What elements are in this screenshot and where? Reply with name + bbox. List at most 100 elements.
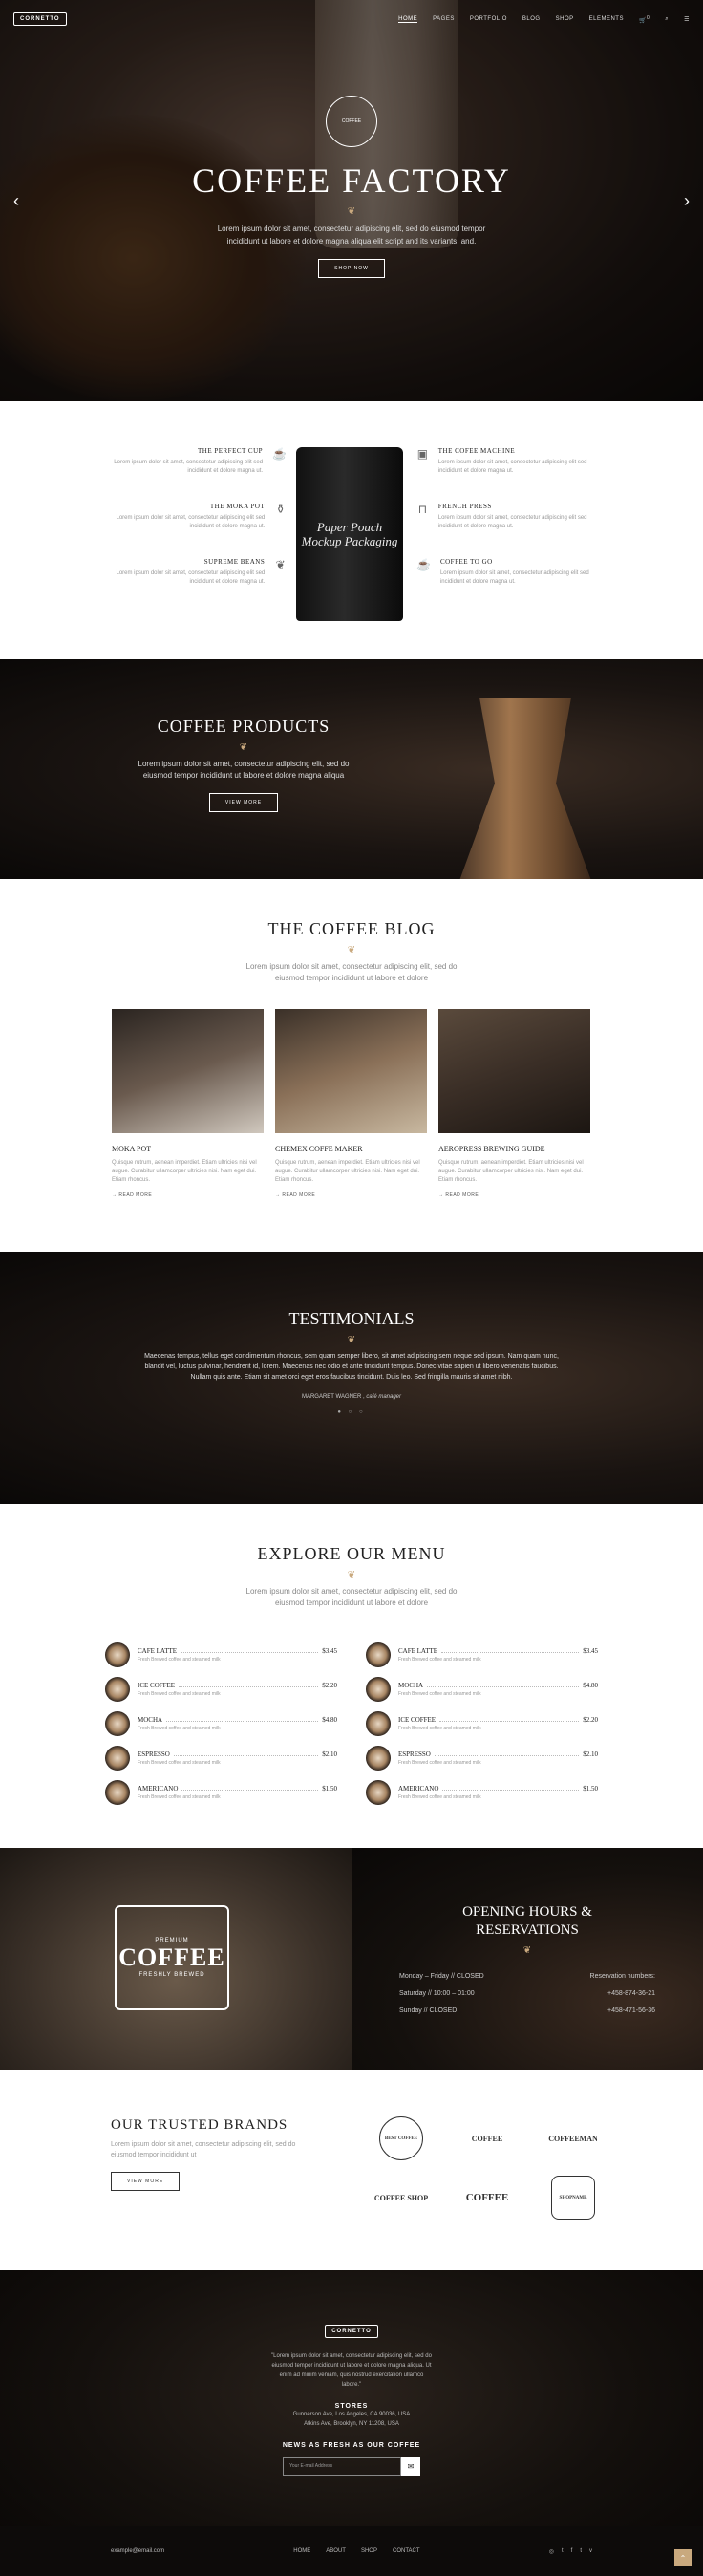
feature-title: THE MOKA POT — [209, 503, 266, 510]
testimonial-author: MARGARET WAGNER , café manager — [301, 1394, 402, 1400]
brand-logos-grid: BEST COFFEE COFFEE COFFEEMAN COFFEE SHOP… — [361, 2112, 613, 2270]
nav-shop[interactable]: SHOP — [556, 16, 574, 22]
email-input[interactable]: Your E-mail Address — [283, 2457, 401, 2476]
slider-next-arrow-icon[interactable]: › — [684, 191, 690, 211]
newsletter-title: NEWS AS FRESH AS OUR COFFEE — [282, 2442, 421, 2449]
features-left-column: ☕ THE PERFECT CUP Lorem ipsum dolor sit a… — [105, 401, 287, 659]
brand-logo[interactable]: COFFEEMAN — [533, 2112, 613, 2165]
blog-post[interactable]: CHEMEX COFFE MAKER Quisque rutrum, aenea… — [275, 1009, 427, 1198]
nav-portfolio[interactable]: PORTFOLIO — [470, 16, 507, 22]
menu-item: ICE COFFEE $2.20 Fresh Brewed coffee and s… — [105, 1672, 337, 1707]
testimonials-section: TESTIMONIALS ❦ Maecenas tempus, tellus e… — [0, 1252, 703, 1504]
testimonial-quote: Maecenas tempus, tellus eget condimentum… — [144, 1353, 559, 1381]
menu-item: CAFE LATTE $3.45 Fresh Brewed coffee and s… — [105, 1638, 337, 1672]
brand-logo[interactable]: COFFEE — [447, 2171, 527, 2224]
footer-link-shop[interactable]: SHOP — [361, 2548, 377, 2554]
footer-logo[interactable]: CORNETTO — [325, 2325, 378, 2338]
menu-item: MOCHA $4.80 Fresh Brewed coffee and steame… — [105, 1707, 337, 1741]
coffee-bean-ornament-icon: ❦ — [239, 742, 248, 753]
menu-item: ESPRESSO $2.10 Fresh Brewed coffee and ste… — [366, 1741, 598, 1775]
hero-text: Lorem ipsum dolor sit amet, consectetur … — [217, 225, 486, 246]
footer-link-home[interactable]: HOME — [293, 2548, 310, 2554]
brand-logo[interactable]: COFFEE — [447, 2112, 527, 2165]
read-more-link[interactable]: → READ MORE — [438, 1192, 590, 1198]
menu-subtitle: Lorem ipsum dolor sit amet, consectetur … — [245, 1587, 458, 1607]
testimonials-title: TESTIMONIALS — [288, 1309, 415, 1328]
brands-title: OUR TRUSTED BRANDS — [111, 2117, 288, 2133]
menu-item-image — [366, 1677, 391, 1702]
feature-text: Lorem ipsum dolor sit amet, consectetur … — [439, 570, 589, 585]
nav-home[interactable]: HOME — [398, 16, 418, 23]
blog-subtitle: Lorem ipsum dolor sit amet, consectetur … — [245, 962, 458, 982]
hamburger-menu-icon[interactable]: ☰ — [684, 16, 690, 23]
menu-item-image — [105, 1642, 130, 1667]
blog-post-title[interactable]: MOKA POT — [112, 1145, 264, 1153]
cafe-interior-image: PREMIUM COFFEE FRESHLY BREWED — [0, 1848, 352, 2070]
menu-item-image — [105, 1677, 130, 1702]
blog-post-title[interactable]: AEROPRESS BREWING GUIDE — [438, 1145, 590, 1153]
tumblr-icon[interactable]: t — [580, 2548, 582, 2555]
main-menu: HOME PAGES PORTFOLIO BLOG SHOP ELEMENTS … — [398, 15, 690, 24]
contact-email[interactable]: example@email.com — [111, 2548, 164, 2554]
moka-pot-icon: ⚱ — [275, 503, 286, 516]
coffee-beans-icon: ❦ — [275, 558, 286, 571]
feature-text: Lorem ipsum dolor sit amet, consectetur … — [116, 570, 266, 585]
menu-item-image — [105, 1780, 130, 1805]
instagram-icon[interactable]: ◎ — [549, 2548, 554, 2555]
footer-quote: "Lorem ipsum dolor sit amet, consectetur… — [271, 2353, 432, 2388]
coffee-products-section: COFFEE PRODUCTS ❦ Lorem ipsum dolor sit … — [0, 659, 703, 879]
feature-item: ❦ SUPREME BEANS Lorem ipsum dolor sit ame… — [105, 558, 287, 613]
stores-title: STORES — [334, 2403, 369, 2410]
blog-post[interactable]: AEROPRESS BREWING GUIDE Quisque rutrum, … — [438, 1009, 590, 1198]
menu-item: CAFE LATTE $3.45 Fresh Brewed coffee and s… — [366, 1638, 598, 1672]
back-to-top-icon[interactable]: ⌃ — [674, 2549, 692, 2566]
nav-pages[interactable]: PAGES — [433, 16, 455, 22]
blog-post-excerpt: Quisque rutrum, aenean imperdiet. Etiam … — [112, 1160, 257, 1183]
blog-post-image[interactable] — [275, 1009, 427, 1133]
feature-title: THE PERFECT CUP — [197, 447, 264, 455]
search-icon[interactable]: ⌕ — [665, 16, 669, 23]
footer-bottom-bar: example@email.com HOME ABOUT SHOP CONTAC… — [0, 2526, 703, 2576]
facebook-icon[interactable]: f — [571, 2548, 573, 2555]
feature-text: Lorem ipsum dolor sit amet, consectetur … — [437, 460, 587, 474]
brand-logo[interactable]: COFFEE SHOP — [361, 2171, 441, 2224]
coffee-bag-image: Paper Pouch Mockup Packaging — [296, 447, 403, 621]
feature-text: Lorem ipsum dolor sit amet, consectetur … — [437, 515, 587, 529]
send-mail-icon[interactable]: ✉ — [401, 2457, 420, 2476]
site-logo[interactable]: CORNETTO — [13, 12, 67, 26]
feature-item: ⊓ FRENCH PRESS Lorem ipsum dolor sit amet… — [416, 503, 598, 558]
read-more-link[interactable]: → READ MORE — [275, 1192, 427, 1198]
hero-badge-logo: COFFEE — [326, 96, 377, 147]
cart-icon[interactable]: 🛒0 — [639, 15, 650, 24]
brand-logo[interactable]: SHOPNAME — [533, 2171, 613, 2224]
coffee-bean-ornament-icon: ❦ — [347, 206, 356, 217]
feature-title: FRENCH PRESS — [437, 503, 492, 510]
blog-post-image[interactable] — [438, 1009, 590, 1133]
cup-icon: ☕ — [272, 447, 287, 461]
products-text: Lorem ipsum dolor sit amet, consectetur … — [138, 760, 350, 780]
footer-link-contact[interactable]: CONTACT — [393, 2548, 420, 2554]
view-more-button[interactable]: VIEW MORE — [208, 793, 279, 812]
brands-view-more-button[interactable]: VIEW MORE — [111, 2172, 181, 2191]
testimonial-pagination-dots[interactable]: ● ○ ○ — [134, 1409, 569, 1415]
footer-link-about[interactable]: ABOUT — [326, 2548, 346, 2554]
slider-prev-arrow-icon[interactable]: ‹ — [13, 191, 19, 211]
chemex-image — [457, 698, 594, 879]
vimeo-icon[interactable]: v — [589, 2548, 592, 2555]
blog-post[interactable]: MOKA POT Quisque rutrum, aenean imperdie… — [112, 1009, 264, 1198]
blog-post-image[interactable] — [112, 1009, 264, 1133]
store-address: Gunnerson Ave, Los Angeles, CA 90036, US… — [292, 2412, 411, 2417]
top-navigation: CORNETTO HOME PAGES PORTFOLIO BLOG SHOP … — [0, 0, 703, 38]
brand-logo[interactable]: BEST COFFEE — [361, 2112, 441, 2165]
blog-section: THE COFFEE BLOG ❦ Lorem ipsum dolor sit … — [0, 879, 703, 1252]
nav-elements[interactable]: ELEMENTS — [589, 16, 624, 22]
read-more-link[interactable]: → READ MORE — [112, 1192, 264, 1198]
feature-item: ⚱ THE MOKA POT Lorem ipsum dolor sit amet… — [105, 503, 287, 558]
shop-now-button[interactable]: SHOP NOW — [318, 259, 385, 278]
twitter-icon[interactable]: t — [562, 2548, 564, 2555]
nav-blog[interactable]: BLOG — [522, 16, 541, 22]
blog-post-title[interactable]: CHEMEX COFFE MAKER — [275, 1145, 427, 1153]
menu-item: AMERICANO $1.50 Fresh Brewed coffee and st… — [366, 1775, 598, 1810]
menu-item-image — [366, 1642, 391, 1667]
feature-title: THE COFEE MACHINE — [437, 447, 516, 455]
